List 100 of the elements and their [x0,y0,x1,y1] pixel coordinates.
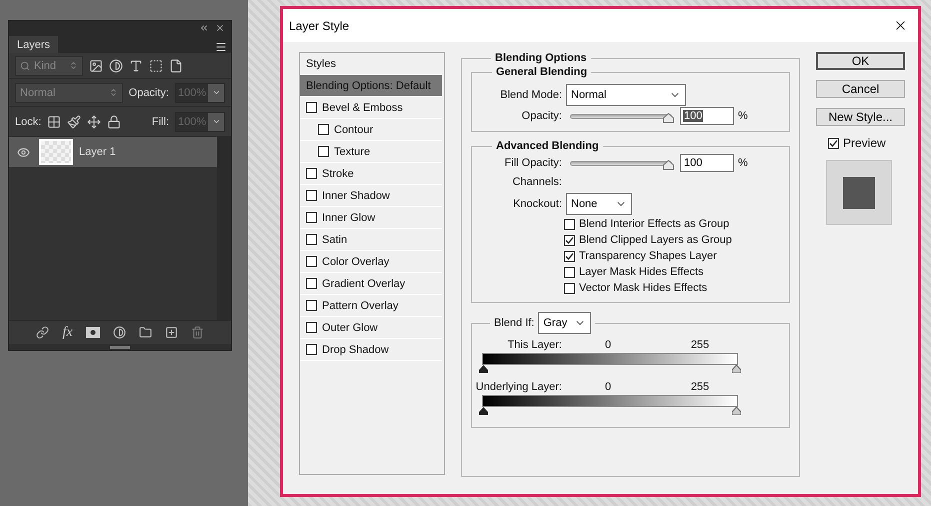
style-item[interactable]: Pattern Overlay [300,295,442,317]
style-item[interactable]: Inner Glow [300,207,442,229]
style-item[interactable]: Satin [300,229,442,251]
folder-icon[interactable] [138,326,152,339]
checkbox[interactable] [306,168,317,179]
field-label: Knockout: [512,198,562,210]
slider-thumb[interactable] [663,160,674,170]
style-item[interactable]: Drop Shadow [300,339,442,361]
style-item[interactable]: Outer Glow [300,317,442,339]
style-item[interactable]: Contour [300,119,442,141]
style-item[interactable]: Stroke [300,163,442,185]
style-item[interactable]: Gradient Overlay [300,273,442,295]
style-item[interactable]: Blending Options: Default [300,75,442,97]
document-icon[interactable] [169,58,183,72]
group-title: Blending Options [494,52,588,64]
checkbox-label[interactable]: Transparency Shapes Layer [579,250,717,262]
field-value: 100 [683,157,704,169]
number-field[interactable]: 100 [680,107,734,125]
field-label: Channels: [511,176,562,188]
number-field[interactable]: 100 [680,154,734,172]
range-label: Underlying Layer: [474,381,562,393]
unit-label: % [738,157,748,169]
checkbox-label[interactable]: Blend Interior Effects as Group [579,218,730,230]
checkbox[interactable] [306,102,317,113]
fill-label: Fill: [152,116,169,128]
checker-icon[interactable] [47,114,62,128]
blend-mode-select[interactable]: Normal [566,84,686,106]
caret-icon [212,88,220,97]
field-label: Fill Opacity: [504,157,562,169]
slider-thumb[interactable] [663,112,674,122]
field-label: Blend If: [494,317,534,329]
dialog-button[interactable]: OK [816,52,905,70]
link-icon[interactable] [36,326,50,339]
checkbox[interactable] [564,282,575,294]
checkbox[interactable] [306,278,317,289]
style-item[interactable]: Bevel & Emboss [300,97,442,119]
menu-icon[interactable] [215,41,227,53]
close-icon[interactable] [215,23,225,33]
checkbox[interactable] [306,234,317,245]
unit-label: % [738,110,748,122]
field-value: 100 [683,110,704,122]
stepper-icon [69,61,78,70]
checkbox[interactable] [306,344,317,355]
new-layer-icon[interactable] [164,326,178,339]
brush-icon[interactable] [67,114,82,128]
mask-icon[interactable] [86,327,100,338]
checkbox[interactable] [306,322,317,333]
blend-if-select[interactable]: Gray [538,312,592,334]
scrollbar[interactable] [217,137,231,320]
slider-thumb-icon[interactable] [732,407,741,415]
collapse-icon[interactable] [199,23,209,33]
style-item[interactable]: Color Overlay [300,251,442,273]
checkbox[interactable] [564,218,575,230]
lock-icon[interactable] [107,114,122,128]
caret-icon [212,117,220,126]
checkbox[interactable] [306,256,317,267]
slider-thumb-icon[interactable] [479,407,488,415]
checkbox[interactable] [318,146,329,157]
field-label: Opacity: [520,110,562,122]
stepper-icon [108,88,118,97]
knockout-select[interactable]: None [566,193,632,215]
lock-label: Lock: [15,116,42,128]
preview-checkbox[interactable] [828,138,839,148]
checkbox-label[interactable]: Layer Mask Hides Effects [579,266,704,278]
range-label: This Layer: [506,339,562,351]
checkbox-label[interactable]: Preview [843,136,886,150]
dialog-button[interactable]: New Style... [816,108,905,126]
checkbox[interactable] [318,124,329,135]
checkbox[interactable] [306,190,317,201]
eye-icon[interactable] [16,146,30,158]
checkbox[interactable] [564,234,575,246]
window-title: Layer Style [289,18,350,32]
checkbox-label[interactable]: Vector Mask Hides Effects [579,282,708,294]
type-icon[interactable] [129,58,143,72]
slider-thumb-icon[interactable] [732,365,741,373]
checkbox[interactable] [306,212,317,223]
grip-icon[interactable] [110,346,130,348]
half-circle-icon[interactable] [112,326,126,339]
opacity-label: Opacity: [128,86,169,98]
checkbox[interactable] [564,266,575,278]
checkbox[interactable] [564,250,575,262]
dialog-button[interactable]: Cancel [816,80,905,98]
style-item[interactable]: Texture [300,141,442,163]
layer-row[interactable]: Layer 1 [9,137,217,167]
range-value: 255 [690,339,710,351]
group-title: Advanced Blending [495,140,600,152]
checkbox-label[interactable]: Blend Clipped Layers as Group [579,234,732,246]
slider-thumb-icon[interactable] [479,365,488,373]
trash-icon[interactable] [190,326,204,339]
transform-icon[interactable] [149,58,163,72]
move-icon[interactable] [87,114,102,128]
half-circle-icon[interactable] [109,58,123,72]
checkbox[interactable] [306,300,317,311]
panel-tab[interactable]: Layers [9,36,58,53]
search-icon [20,60,30,70]
image-icon[interactable] [89,58,103,72]
fx-button[interactable]: fx [62,324,73,340]
layer-thumbnail [39,139,73,165]
preview-swatch [826,160,892,225]
style-item[interactable]: Inner Shadow [300,185,442,207]
